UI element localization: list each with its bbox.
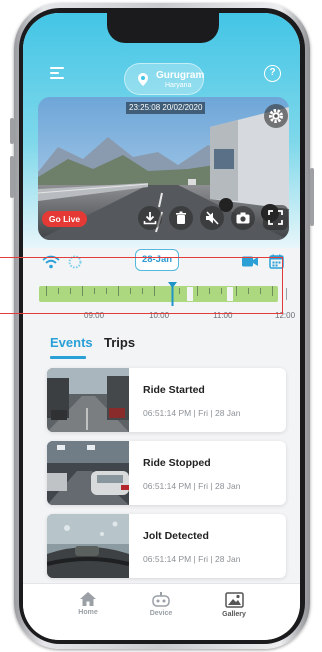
- app-header: Gurugram Haryana ? 23:25:08 20/02/2020 G…: [23, 13, 300, 248]
- phone-side-button: [310, 168, 314, 226]
- phone-notch: [107, 13, 219, 43]
- event-card[interactable]: Ride Stopped 06:51:14 PM | Fri | 28 Jan: [47, 441, 286, 505]
- nav-device[interactable]: Device: [131, 592, 191, 617]
- camera-icon[interactable]: [231, 206, 255, 230]
- fullscreen-icon[interactable]: [263, 205, 288, 230]
- content-tabs: Events Trips: [23, 335, 300, 365]
- event-time: 06:51:14 PM | Fri | 28 Jan: [143, 408, 241, 418]
- device-icon: [152, 592, 170, 607]
- camera-feed[interactable]: 23:25:08 20/02/2020 Go Live: [38, 97, 289, 240]
- download-icon[interactable]: [138, 206, 162, 230]
- event-thumbnail: [47, 441, 129, 505]
- bottom-navigation: Home Device Gallery: [23, 583, 300, 640]
- menu-icon[interactable]: [50, 67, 68, 81]
- location-pin-icon: [138, 73, 148, 86]
- timeline-highlight-box: [0, 257, 283, 314]
- mute-icon[interactable]: [200, 206, 224, 230]
- event-card[interactable]: Ride Started 06:51:14 PM | Fri | 28 Jan: [47, 368, 286, 432]
- location-city: Gurugram: [156, 70, 205, 81]
- event-card[interactable]: Jolt Detected 06:51:14 PM | Fri | 28 Jan: [47, 514, 286, 578]
- home-icon: [80, 592, 96, 606]
- gallery-icon: [224, 592, 244, 608]
- active-tab-indicator: [50, 356, 86, 359]
- camera-timestamp: 23:25:08 20/02/2020: [126, 102, 206, 114]
- help-icon[interactable]: ?: [264, 65, 281, 82]
- location-selector[interactable]: Gurugram Haryana: [124, 63, 204, 95]
- event-title: Jolt Detected: [143, 530, 209, 542]
- event-title: Ride Stopped: [143, 457, 211, 469]
- phone-side-button: [10, 118, 14, 144]
- location-state: Haryana: [165, 82, 192, 89]
- nav-gallery[interactable]: Gallery: [204, 592, 264, 618]
- app-screen: Gurugram Haryana ? 23:25:08 20/02/2020 G…: [23, 13, 300, 640]
- tab-trips[interactable]: Trips: [104, 335, 135, 350]
- event-thumbnail: [47, 514, 129, 578]
- trash-icon[interactable]: [169, 206, 193, 230]
- nav-label: Device: [149, 610, 173, 617]
- event-thumbnail: [47, 368, 129, 432]
- go-live-button[interactable]: Go Live: [42, 211, 87, 227]
- tab-events[interactable]: Events: [50, 335, 93, 350]
- event-title: Ride Started: [143, 384, 205, 396]
- nav-label: Home: [78, 609, 98, 616]
- timeline-end-marker: [286, 288, 287, 300]
- event-time: 06:51:14 PM | Fri | 28 Jan: [143, 554, 241, 564]
- event-time: 06:51:14 PM | Fri | 28 Jan: [143, 481, 241, 491]
- settings-gear-icon[interactable]: [264, 104, 288, 128]
- nav-home[interactable]: Home: [58, 592, 118, 616]
- phone-side-button: [10, 156, 14, 198]
- nav-label: Gallery: [222, 611, 246, 618]
